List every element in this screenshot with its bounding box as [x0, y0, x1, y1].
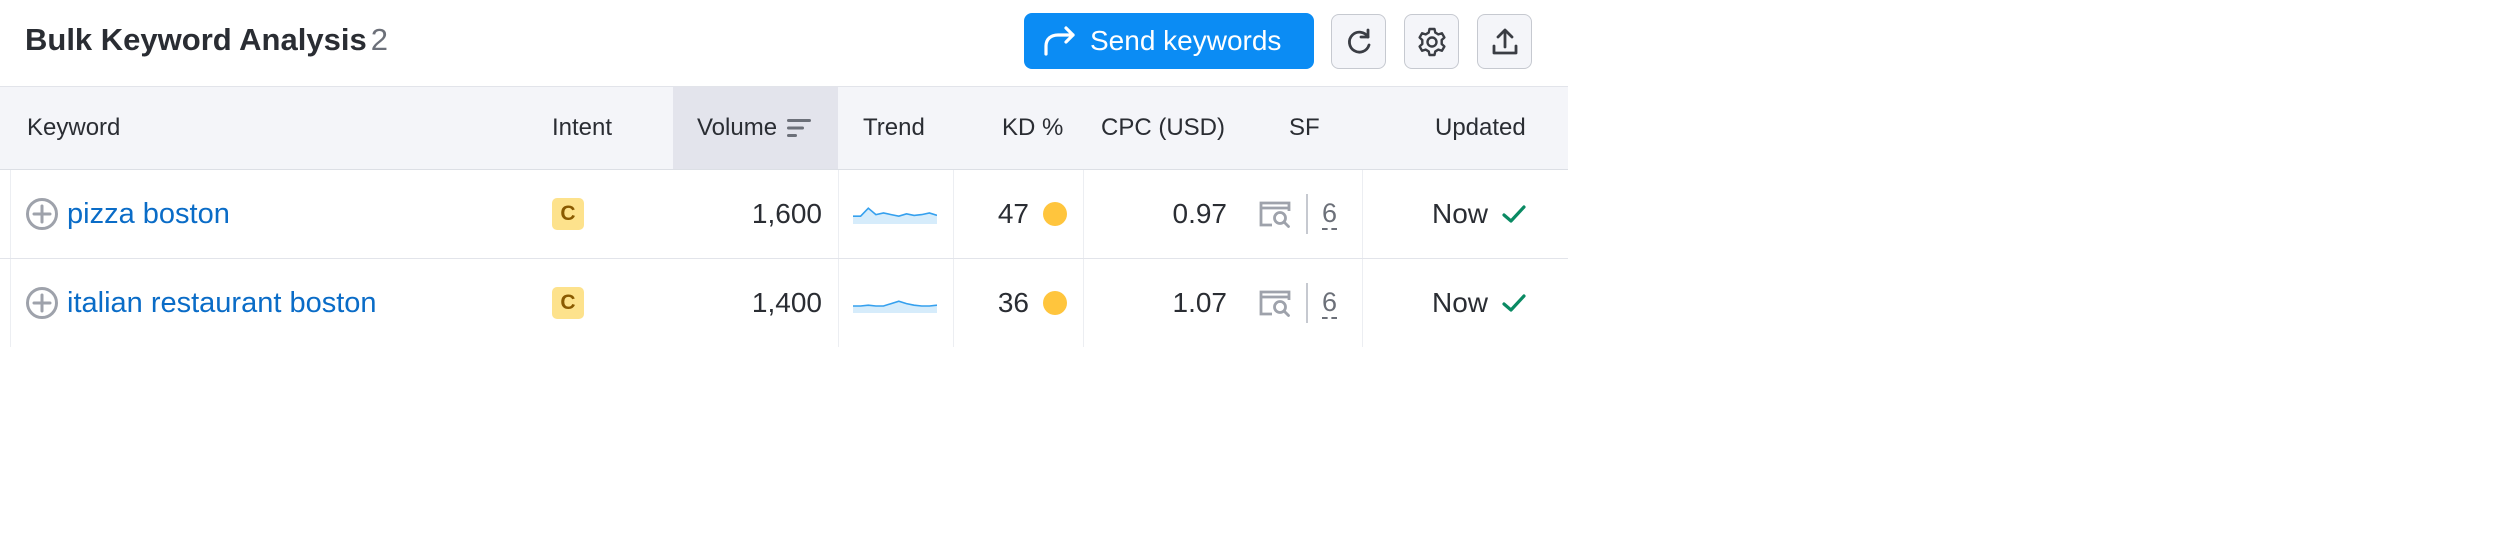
intent-cell: C — [552, 259, 584, 347]
updated-value: Now — [1432, 198, 1489, 229]
send-keywords-button[interactable]: Send keywords — [1024, 13, 1314, 69]
updated-value: Now — [1432, 287, 1489, 318]
column-header-kd[interactable]: KD % — [1002, 87, 1063, 169]
keyword-link[interactable]: italian restaurant boston — [67, 287, 377, 320]
trend-sparkline — [853, 300, 937, 313]
kd-difficulty-dot — [1043, 202, 1067, 226]
keyword-count: 2 — [370, 22, 388, 57]
refresh-icon — [1347, 28, 1370, 54]
sf-count[interactable]: 6 — [1322, 198, 1338, 230]
plus-circle-icon[interactable] — [25, 197, 59, 231]
checkmark-icon — [1502, 205, 1526, 223]
share-arrow-icon — [1044, 26, 1075, 56]
gear-icon — [1417, 27, 1446, 56]
page-header: Bulk Keyword Analysis 2 Send keywords — [0, 0, 1568, 86]
column-header-volume-label: Volume — [697, 114, 778, 141]
upload-icon — [1492, 28, 1517, 54]
column-divider — [838, 259, 839, 347]
keyword-cell: pizza boston — [25, 170, 230, 258]
keyword-cell: italian restaurant boston — [25, 259, 377, 347]
table-row: pizza boston C 1,600 47 0.97 6 Now — [0, 170, 1568, 259]
intent-badge[interactable]: C — [552, 287, 584, 319]
kd-difficulty-dot — [1043, 291, 1067, 315]
sf-cell: 6 — [1258, 170, 1338, 258]
table-header: Keyword Intent Volume Trend KD % CPC (US… — [0, 86, 1568, 170]
volume-value: 1,400 — [751, 287, 822, 318]
volume-cell: 1,600 — [673, 170, 822, 258]
refresh-button[interactable] — [1331, 14, 1386, 69]
column-header-cpc[interactable]: CPC (USD) — [1101, 87, 1225, 169]
serp-features-icon — [1259, 201, 1291, 228]
plus-circle-icon[interactable] — [25, 286, 59, 320]
cpc-cell: 1.07 — [1083, 259, 1228, 347]
settings-button[interactable] — [1404, 14, 1459, 69]
column-header-trend[interactable]: Trend — [863, 87, 925, 169]
cpc-value: 1.07 — [1172, 287, 1228, 318]
cpc-cell: 0.97 — [1083, 170, 1228, 258]
sf-count[interactable]: 6 — [1322, 287, 1338, 319]
column-divider — [1362, 259, 1363, 347]
column-header-sf[interactable]: SF — [1289, 87, 1320, 169]
page-title: Bulk Keyword Analysis 2 — [25, 22, 388, 58]
column-header-volume[interactable]: Volume — [673, 87, 838, 169]
column-divider — [1362, 170, 1363, 258]
keywords-table: Keyword Intent Volume Trend KD % CPC (US… — [0, 86, 1568, 348]
sort-descending-icon — [787, 119, 812, 137]
column-header-keyword[interactable]: Keyword — [27, 87, 120, 169]
updated-cell: Now — [1432, 170, 1528, 258]
updated-cell: Now — [1432, 259, 1528, 347]
trend-cell — [853, 259, 939, 347]
trend-sparkline — [853, 207, 937, 224]
kd-value: 36 — [997, 287, 1029, 318]
intent-cell: C — [552, 170, 584, 258]
column-header-updated[interactable]: Updated — [1435, 87, 1526, 169]
cpc-value: 0.97 — [1172, 198, 1228, 229]
serp-features-icon — [1259, 290, 1291, 317]
export-button[interactable] — [1477, 14, 1532, 69]
column-header-intent[interactable]: Intent — [552, 87, 612, 169]
volume-value: 1,600 — [751, 198, 822, 229]
sf-cell: 6 — [1258, 259, 1338, 347]
column-divider — [838, 170, 839, 258]
trend-cell — [853, 170, 939, 258]
send-keywords-label: Send keywords — [1090, 25, 1282, 56]
volume-cell: 1,400 — [673, 259, 822, 347]
checkmark-icon — [1502, 294, 1526, 312]
row-divider — [10, 259, 11, 347]
row-divider — [10, 170, 11, 258]
kd-value: 47 — [997, 198, 1029, 229]
sf-divider — [1306, 283, 1308, 323]
intent-badge[interactable]: C — [552, 198, 584, 230]
kd-cell: 47 — [953, 170, 1067, 258]
table-row: italian restaurant boston C 1,400 36 1.0… — [0, 259, 1568, 348]
keyword-link[interactable]: pizza boston — [67, 198, 230, 231]
sf-divider — [1306, 194, 1308, 234]
kd-cell: 36 — [953, 259, 1067, 347]
page-title-text: Bulk Keyword Analysis — [25, 22, 367, 57]
